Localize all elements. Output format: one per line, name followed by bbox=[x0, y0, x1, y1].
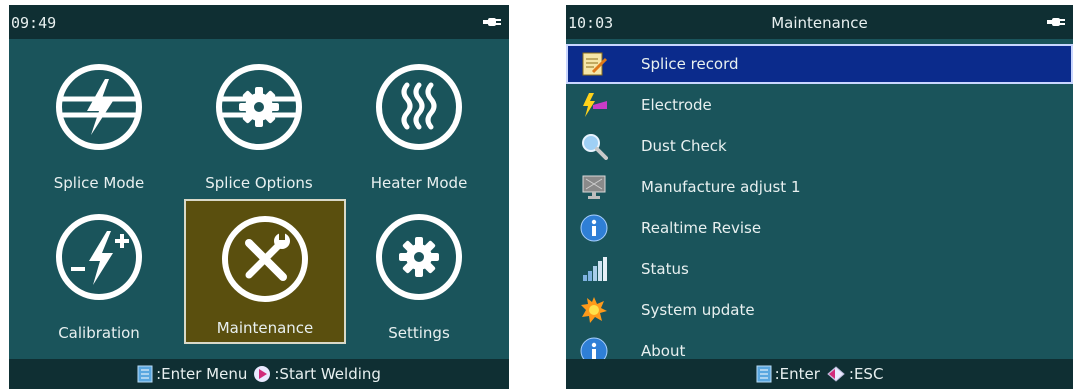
hint-bar: :Enter :ESC bbox=[566, 359, 1073, 389]
menu-item-label: Electrode bbox=[641, 96, 712, 114]
menu-item-label: Dust Check bbox=[641, 137, 727, 155]
heater-icon bbox=[376, 64, 462, 150]
menu-key-icon bbox=[756, 365, 772, 383]
tile-calibration[interactable]: Calibration bbox=[19, 199, 179, 349]
gear-icon bbox=[376, 214, 462, 300]
tile-label: Maintenance bbox=[216, 319, 314, 337]
menu-item-manufacture-adjust[interactable]: Manufacture adjust 1 bbox=[566, 167, 1073, 207]
tile-label: Calibration bbox=[58, 324, 140, 342]
update-icon bbox=[581, 297, 607, 323]
menu-item-status[interactable]: Status bbox=[566, 249, 1073, 289]
menu-item-label: System update bbox=[641, 301, 755, 319]
menu-item-dust-check[interactable]: Dust Check bbox=[566, 126, 1073, 166]
magnifier-icon bbox=[582, 134, 608, 160]
enter-menu-hint: :Enter Menu bbox=[156, 365, 248, 383]
splice-mode-icon bbox=[56, 64, 142, 150]
status-bar: 10:03 Maintenance bbox=[566, 5, 1073, 39]
main-menu-screen: 09:49 Splice Mode Splice Options Heater … bbox=[9, 5, 509, 389]
splice-options-icon bbox=[216, 64, 302, 150]
menu-key-icon bbox=[137, 365, 153, 383]
tools-icon bbox=[222, 216, 308, 302]
tile-heater-mode[interactable]: Heater Mode bbox=[339, 49, 499, 199]
electrode-icon bbox=[583, 93, 607, 117]
menu-item-splice-record[interactable]: Splice record bbox=[566, 44, 1073, 84]
notepad-icon bbox=[582, 52, 608, 76]
tile-label: Splice Mode bbox=[53, 174, 145, 192]
back-key-icon bbox=[827, 366, 845, 382]
menu-item-electrode[interactable]: Electrode bbox=[566, 85, 1073, 125]
menu-item-label: About bbox=[641, 342, 686, 360]
maintenance-screen: 10:03 Maintenance Splice record Electrod… bbox=[566, 5, 1073, 389]
menu-item-label: Realtime Revise bbox=[641, 219, 762, 237]
hint-bar: :Enter Menu :Start Welding bbox=[9, 359, 509, 389]
screen-title: Maintenance bbox=[771, 14, 868, 32]
monitor-icon bbox=[582, 175, 606, 199]
menu-item-label: Manufacture adjust 1 bbox=[641, 178, 801, 196]
tile-settings[interactable]: Settings bbox=[339, 199, 499, 349]
enter-hint: :Enter bbox=[774, 365, 820, 383]
esc-hint: :ESC bbox=[848, 365, 884, 383]
tile-splice-options[interactable]: Splice Options bbox=[179, 49, 339, 199]
menu-item-system-update[interactable]: System update bbox=[566, 290, 1073, 330]
clock: 09:49 bbox=[11, 14, 57, 32]
info-icon bbox=[580, 214, 608, 242]
tile-label: Splice Options bbox=[205, 174, 313, 192]
start-welding-hint: :Start Welding bbox=[274, 365, 381, 383]
tile-maintenance[interactable]: Maintenance bbox=[184, 199, 346, 344]
tile-splice-mode[interactable]: Splice Mode bbox=[19, 49, 179, 199]
menu-item-label: Status bbox=[641, 260, 689, 278]
signal-bars-icon bbox=[583, 257, 607, 281]
plug-icon bbox=[1047, 18, 1065, 26]
menu-item-realtime-revise[interactable]: Realtime Revise bbox=[566, 208, 1073, 248]
play-key-icon bbox=[254, 366, 271, 382]
menu-item-label: Splice record bbox=[641, 55, 739, 73]
tile-label: Settings bbox=[388, 324, 450, 342]
calibration-icon bbox=[56, 214, 142, 300]
plug-icon bbox=[483, 18, 501, 26]
tile-label: Heater Mode bbox=[370, 174, 468, 192]
status-bar: 09:49 bbox=[9, 5, 509, 39]
